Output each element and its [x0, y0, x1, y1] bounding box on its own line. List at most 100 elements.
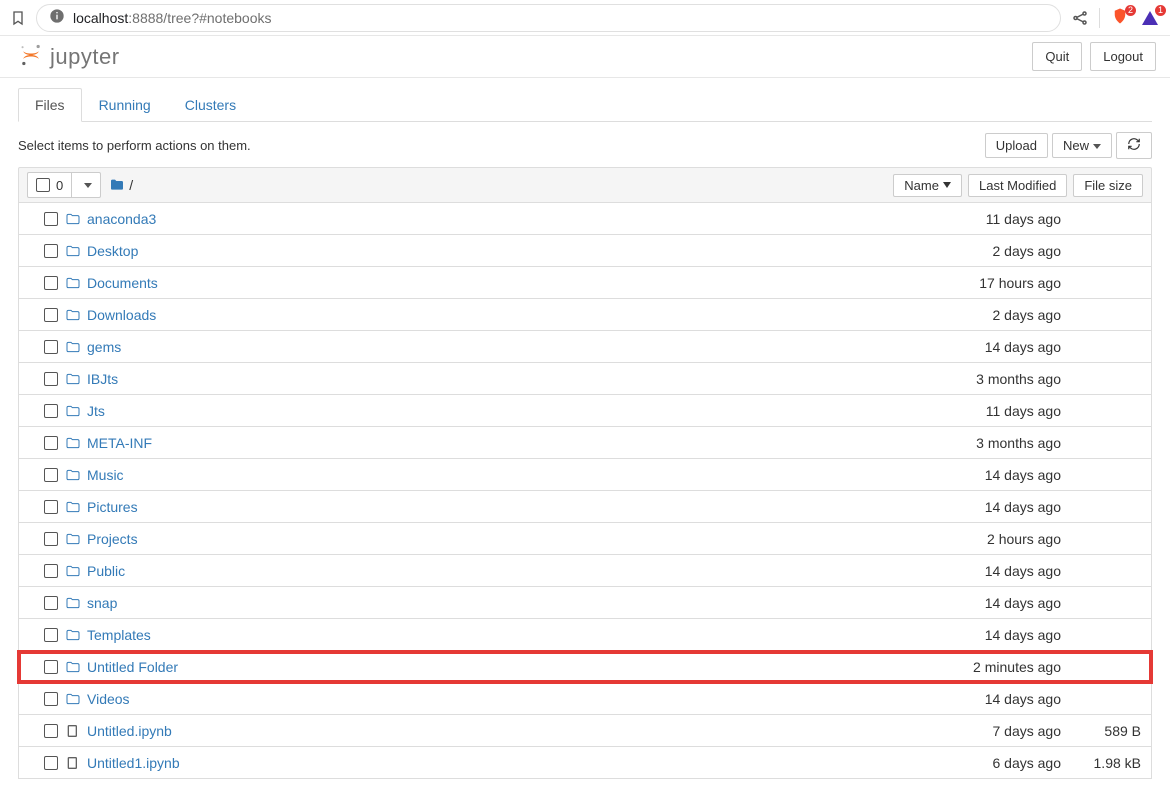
bookmark-icon[interactable] [10, 10, 26, 26]
item-modified: 11 days ago [901, 403, 1061, 419]
row-checkbox[interactable] [44, 692, 58, 706]
row-checkbox[interactable] [44, 532, 58, 546]
list-item: META-INF 3 months ago [18, 427, 1152, 459]
row-checkbox[interactable] [44, 276, 58, 290]
select-all-checkbox[interactable] [36, 178, 50, 192]
item-modified: 2 minutes ago [901, 659, 1061, 675]
item-modified: 14 days ago [901, 627, 1061, 643]
row-checkbox[interactable] [44, 372, 58, 386]
item-name-link[interactable]: gems [87, 339, 121, 355]
item-name-link[interactable]: Pictures [87, 499, 138, 515]
item-modified: 14 days ago [901, 499, 1061, 515]
row-checkbox[interactable] [44, 340, 58, 354]
sort-arrow-down-icon [943, 182, 951, 188]
row-checkbox[interactable] [44, 628, 58, 642]
item-name-link[interactable]: IBJts [87, 371, 118, 387]
tab-clusters[interactable]: Clusters [168, 88, 253, 122]
item-name-link[interactable]: Downloads [87, 307, 156, 323]
chevron-down-icon [84, 183, 92, 188]
item-modified: 3 months ago [901, 371, 1061, 387]
row-checkbox[interactable] [44, 404, 58, 418]
item-size: 1.98 kB [1061, 755, 1141, 771]
breadcrumb[interactable]: / [109, 177, 133, 193]
share-icon[interactable] [1071, 9, 1089, 27]
jupyter-logo-text: jupyter [50, 44, 120, 70]
item-modified: 3 months ago [901, 435, 1061, 451]
item-name-link[interactable]: Music [87, 467, 124, 483]
jupyter-logo[interactable]: jupyter [18, 42, 120, 71]
row-checkbox[interactable] [44, 724, 58, 738]
notebook-icon [65, 723, 87, 739]
sort-modified-button[interactable]: Last Modified [968, 174, 1067, 197]
tab-running[interactable]: Running [82, 88, 168, 122]
url-input[interactable]: localhost:8888/tree?#notebooks [36, 4, 1061, 32]
item-modified: 2 hours ago [901, 531, 1061, 547]
sort-size-button[interactable]: File size [1073, 174, 1143, 197]
row-checkbox[interactable] [44, 308, 58, 322]
notebook-icon [65, 755, 87, 771]
item-modified: 14 days ago [901, 691, 1061, 707]
tab-files[interactable]: Files [18, 88, 82, 122]
row-checkbox[interactable] [44, 500, 58, 514]
row-checkbox[interactable] [44, 660, 58, 674]
sort-name-label: Name [904, 178, 939, 193]
list-item: Public14 days ago [18, 555, 1152, 587]
item-name-link[interactable]: Projects [87, 531, 138, 547]
folder-icon [65, 371, 87, 387]
select-dropdown[interactable] [72, 173, 100, 197]
folder-icon [65, 211, 87, 227]
list-item: Downloads2 days ago [18, 299, 1152, 331]
item-name-link[interactable]: anaconda3 [87, 211, 156, 227]
sort-size-label: File size [1084, 178, 1132, 193]
folder-icon [65, 467, 87, 483]
item-name-link[interactable]: snap [87, 595, 117, 611]
site-info-icon[interactable] [49, 8, 65, 27]
row-checkbox[interactable] [44, 564, 58, 578]
item-modified: 6 days ago [901, 755, 1061, 771]
upload-button[interactable]: Upload [985, 133, 1048, 158]
list-item: Templates 14 days ago [18, 619, 1152, 651]
item-name-link[interactable]: Jts [87, 403, 105, 419]
breadcrumb-sep: / [129, 177, 133, 193]
sort-name-button[interactable]: Name [893, 174, 962, 197]
list-item: Untitled1.ipynb 6 days ago1.98 kB [18, 747, 1152, 779]
folder-icon [65, 499, 87, 515]
item-name-link[interactable]: Templates [87, 627, 151, 643]
jupyter-header: jupyter Quit Logout [0, 36, 1170, 78]
row-checkbox[interactable] [44, 212, 58, 226]
item-name-link[interactable]: Desktop [87, 243, 138, 259]
extension-icon[interactable]: 1 [1140, 8, 1160, 28]
list-item: Documents17 hours ago [18, 267, 1152, 299]
row-checkbox[interactable] [44, 756, 58, 770]
brave-shield-icon[interactable]: 2 [1110, 8, 1130, 28]
item-name-link[interactable]: Untitled.ipynb [87, 723, 172, 739]
folder-icon [65, 275, 87, 291]
item-name-link[interactable]: Videos [87, 691, 130, 707]
new-dropdown-button[interactable]: New [1052, 133, 1112, 158]
list-item: anaconda311 days ago [18, 203, 1152, 235]
list-item: Jts 11 days ago [18, 395, 1152, 427]
folder-icon [65, 595, 87, 611]
row-checkbox[interactable] [44, 244, 58, 258]
folder-icon [65, 339, 87, 355]
item-modified: 14 days ago [901, 339, 1061, 355]
quit-button[interactable]: Quit [1032, 42, 1082, 71]
item-name-link[interactable]: Untitled Folder [87, 659, 178, 675]
jupyter-logo-icon [18, 42, 44, 71]
list-item: Music14 days ago [18, 459, 1152, 491]
item-name-link[interactable]: Documents [87, 275, 158, 291]
item-name-link[interactable]: Untitled1.ipynb [87, 755, 180, 771]
folder-icon [65, 659, 87, 675]
list-item: Videos 14 days ago [18, 683, 1152, 715]
row-checkbox[interactable] [44, 436, 58, 450]
folder-icon [109, 177, 125, 193]
list-item: snap14 days ago [18, 587, 1152, 619]
row-checkbox[interactable] [44, 468, 58, 482]
item-name-link[interactable]: Public [87, 563, 125, 579]
row-checkbox[interactable] [44, 596, 58, 610]
logout-button[interactable]: Logout [1090, 42, 1156, 71]
refresh-button[interactable] [1116, 132, 1152, 159]
item-name-link[interactable]: META-INF [87, 435, 152, 451]
folder-icon [65, 307, 87, 323]
file-list-header: 0 / Name Last Modified File size [18, 167, 1152, 203]
